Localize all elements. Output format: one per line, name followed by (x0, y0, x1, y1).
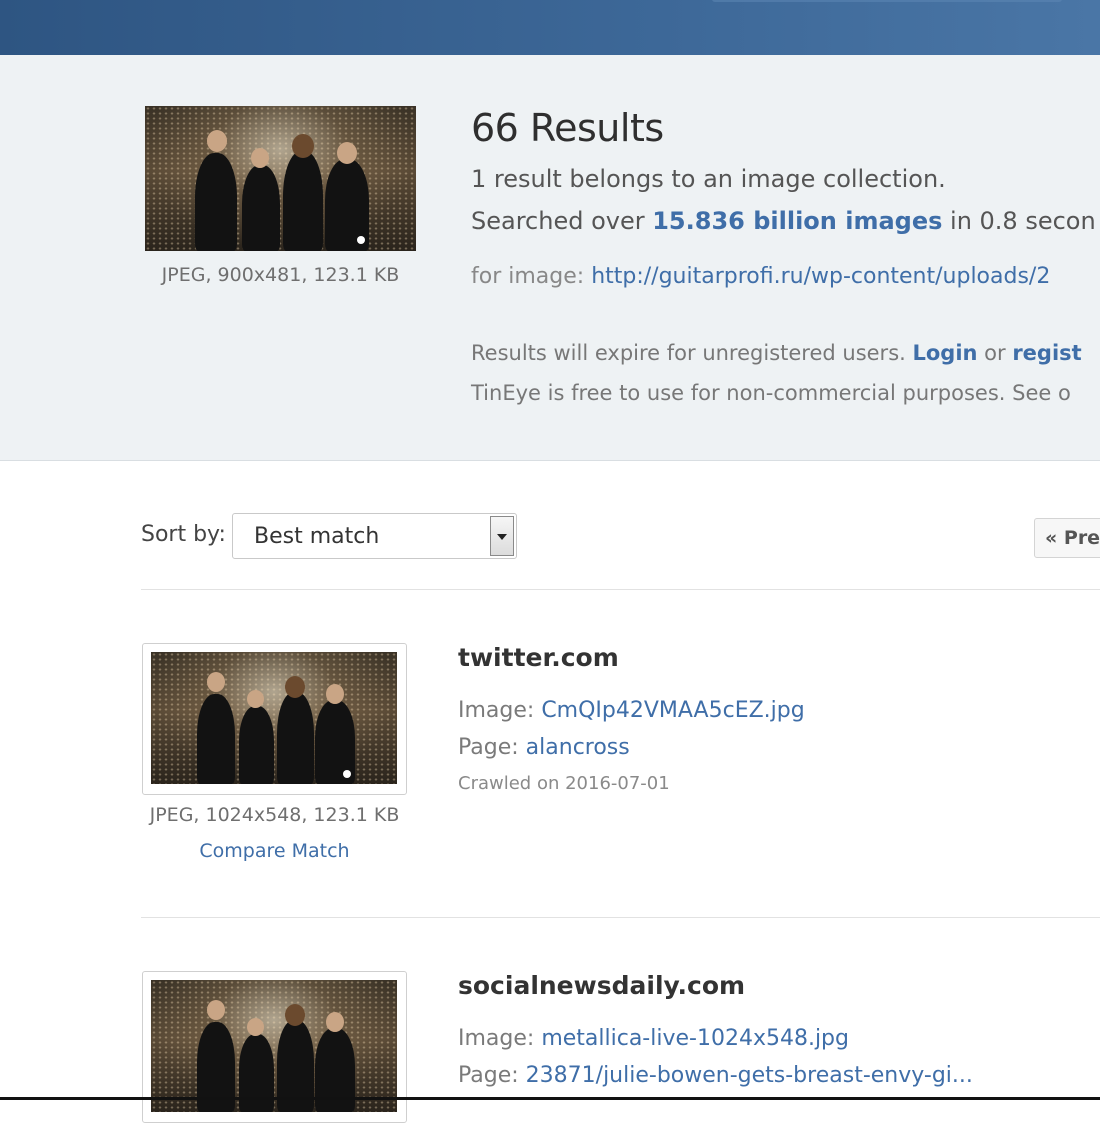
page-label: Page: (458, 735, 526, 760)
register-link[interactable]: regist (1012, 341, 1081, 365)
query-image-meta: JPEG, 900x481, 123.1 KB (161, 264, 400, 286)
expire-or: or (977, 341, 1013, 365)
sort-by-label: Sort by: (141, 522, 226, 547)
result-image-line: Image: CmQIp42VMAA5cEZ.jpg (458, 698, 805, 723)
free-use-notice: TinEye is free to use for non-commercial… (471, 381, 1071, 405)
result-crawled-date: Crawled on 2016-07-01 (458, 773, 670, 794)
result-page-link[interactable]: alancross (526, 735, 630, 760)
page-label: Page: (458, 1063, 526, 1088)
top-navigation-bar (0, 0, 1100, 55)
searched-suffix: in 0.8 secon (942, 207, 1096, 235)
result-domain: socialnewsdaily.com (458, 971, 746, 1000)
previous-page-button[interactable]: « Prev (1034, 518, 1100, 558)
result-image (151, 652, 397, 784)
result-page-line: Page: 23871/julie-bowen-gets-breast-envy… (458, 1063, 973, 1088)
query-url-line: for image: http://guitarprofi.ru/wp-cont… (471, 264, 1050, 289)
result-image-link[interactable]: metallica-live-1024x548.jpg (541, 1026, 849, 1051)
result-image-link[interactable]: CmQIp42VMAA5cEZ.jpg (541, 698, 804, 723)
image-label: Image: (458, 1026, 542, 1051)
result-image-line: Image: metallica-live-1024x548.jpg (458, 1026, 849, 1051)
searched-prefix: Searched over (471, 207, 653, 235)
sort-selected-value: Best match (254, 524, 380, 549)
dropdown-arrow-icon[interactable] (490, 516, 514, 556)
result-page-link[interactable]: 23871/julie-bowen-gets-breast-envy-gi... (526, 1063, 973, 1088)
expire-prefix: Results will expire for unregistered use… (471, 341, 913, 365)
result-domain: twitter.com (458, 643, 619, 672)
login-link[interactable]: Login (912, 341, 977, 365)
result-image-meta: JPEG, 1024x548, 123.1 KB (149, 804, 400, 826)
image-label: Image: (458, 698, 542, 723)
result-image (151, 980, 397, 1112)
searched-over-line: Searched over 15.836 billion images in 0… (471, 207, 1096, 235)
query-url-link[interactable]: http://guitarprofi.ru/wp-content/uploads… (591, 264, 1050, 289)
compare-match-link[interactable]: Compare Match (142, 840, 407, 862)
results-count-heading: 66 Results (471, 106, 664, 150)
collection-note: 1 result belongs to an image collection. (471, 165, 946, 193)
index-size-link[interactable]: 15.836 billion images (652, 207, 942, 235)
result-thumbnail[interactable] (142, 971, 407, 1123)
search-box-edge[interactable] (712, 0, 1062, 2)
divider (141, 589, 1100, 590)
for-image-label: for image: (471, 264, 592, 289)
divider (141, 917, 1100, 918)
query-image-thumbnail (145, 106, 416, 251)
result-page-line: Page: alancross (458, 735, 630, 760)
result-thumbnail[interactable] (142, 643, 407, 795)
expire-notice: Results will expire for unregistered use… (471, 341, 1082, 365)
sort-select[interactable]: Best match (232, 513, 517, 559)
